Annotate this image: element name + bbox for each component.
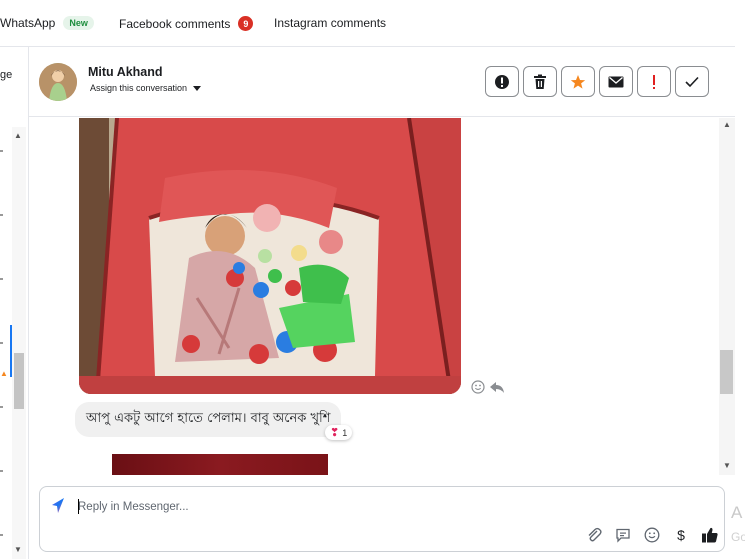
message-thread: আপু একটু আগে হাতে পেলাম। বাবু অনেক খুশি … <box>29 118 735 475</box>
attachment-button[interactable] <box>584 525 604 545</box>
scroll-up-arrow[interactable]: ▲ <box>14 131 22 140</box>
smiley-icon[interactable] <box>471 380 485 394</box>
composer-tools: $ <box>584 525 720 545</box>
smiley-icon <box>644 527 660 543</box>
mail-icon <box>608 76 624 87</box>
reply-composer: $ <box>29 477 735 559</box>
avatar[interactable] <box>39 63 77 101</box>
count-badge: 9 <box>238 16 254 31</box>
tab-label: Instagram comments <box>274 16 387 30</box>
truncated-list-text: ge <box>0 69 13 81</box>
list-scrollbar[interactable] <box>12 127 26 559</box>
ai-assist-icon[interactable] <box>50 497 66 515</box>
thumbs-up-icon <box>702 527 718 543</box>
checkmark-icon <box>685 76 699 87</box>
mark-done-button[interactable] <box>675 66 709 97</box>
scroll-up-arrow[interactable]: ▲ <box>723 120 731 129</box>
conversation-header: Mitu Akhand Assign this conversation <box>29 47 735 117</box>
dollar-icon: $ <box>677 527 685 543</box>
list-marker <box>0 342 3 344</box>
star-button[interactable] <box>561 66 595 97</box>
exclamation-icon <box>653 74 655 89</box>
delete-button[interactable] <box>523 66 557 97</box>
reply-box[interactable]: $ <box>39 486 725 552</box>
text-cursor <box>78 499 79 514</box>
thread-scrollbar[interactable]: ▲ ▼ <box>719 118 735 475</box>
emoji-button[interactable] <box>642 525 662 545</box>
next-message-photo[interactable] <box>112 454 328 475</box>
message-text-bubble[interactable]: আপু একটু আগে হাতে পেলাম। বাবু অনেক খুশি <box>75 402 342 437</box>
message-actions <box>471 380 505 394</box>
background-text: Go <box>731 530 745 544</box>
reaction-badge[interactable]: ❣ 1 <box>325 425 353 440</box>
scroll-down-arrow[interactable]: ▼ <box>14 545 22 554</box>
conversation-list-edge: ge ▲ ▲ ▼ <box>0 47 29 559</box>
list-marker <box>0 278 3 280</box>
conversation-actions <box>485 66 709 97</box>
like-button[interactable] <box>700 525 720 545</box>
reply-icon[interactable] <box>489 380 505 394</box>
payment-button[interactable]: $ <box>671 525 691 545</box>
heart-exclamation-icon: ❣ <box>330 427 340 439</box>
spam-icon <box>495 74 509 89</box>
contact-name[interactable]: Mitu Akhand <box>88 65 163 79</box>
thread-scrollbar-thumb[interactable] <box>720 350 733 394</box>
reaction-count: 1 <box>342 427 348 438</box>
mark-unread-button[interactable] <box>599 66 633 97</box>
scroll-down-arrow[interactable]: ▼ <box>723 461 731 470</box>
list-marker <box>0 534 3 536</box>
star-icon <box>570 74 586 89</box>
trash-icon <box>534 74 546 89</box>
tab-instagram-comments[interactable]: Instagram comments <box>274 16 386 30</box>
background-text: A <box>731 503 743 522</box>
saved-replies-button[interactable] <box>613 525 633 545</box>
photo-image <box>79 118 461 394</box>
paperclip-icon <box>588 527 602 542</box>
tab-facebook-comments[interactable]: Facebook comments 9 <box>119 16 254 31</box>
assign-conversation-dropdown[interactable]: Assign this conversation <box>90 83 202 93</box>
reply-input[interactable] <box>78 498 638 516</box>
assign-label: Assign this conversation <box>90 83 188 93</box>
caret-down-icon <box>193 85 202 91</box>
tab-label: WhatsApp <box>0 16 56 30</box>
list-marker <box>0 406 3 408</box>
list-marker <box>0 470 3 472</box>
list-scrollbar-thumb[interactable] <box>14 353 24 409</box>
tab-label: Facebook comments <box>119 16 231 31</box>
tab-whatsapp[interactable]: WhatsApp New <box>0 16 94 30</box>
message-photo[interactable] <box>79 118 461 394</box>
chat-bubble-icon <box>616 528 630 543</box>
channel-tab-bar: WhatsApp New Facebook comments 9 Instagr… <box>0 0 735 47</box>
mark-spam-button[interactable] <box>485 66 519 97</box>
flag-icon: ▲ <box>0 369 8 378</box>
list-marker <box>0 150 3 152</box>
new-badge: New <box>63 16 94 30</box>
list-marker <box>0 214 3 216</box>
mark-important-button[interactable] <box>637 66 671 97</box>
